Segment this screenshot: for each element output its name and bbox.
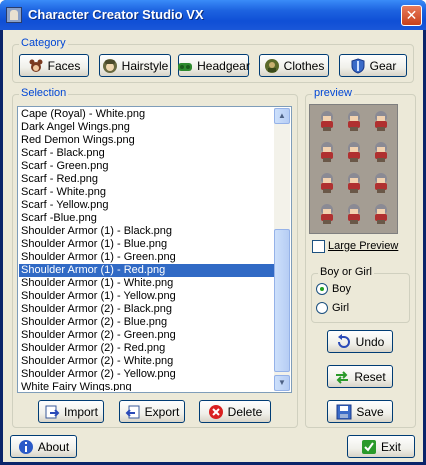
list-item[interactable]: Cape (Royal) - White.png [19, 108, 274, 121]
delete-button-label: Delete [227, 404, 263, 419]
list-item[interactable]: Scarf - Black.png [19, 147, 274, 160]
sprite-frame [345, 204, 363, 224]
list-item[interactable]: Scarf - White.png [19, 186, 274, 199]
headgear-icon [177, 58, 193, 74]
list-item[interactable]: Red Demon Wings.png [19, 134, 274, 147]
app-icon [6, 7, 22, 23]
about-button[interactable]: About [10, 435, 77, 458]
hairstyle-button-label: Hairstyle [121, 58, 169, 73]
sprite-frame [345, 173, 363, 193]
faces-button-label: Faces [47, 58, 81, 73]
sprite-frame [372, 173, 390, 193]
list-item[interactable]: Shoulder Armor (2) - Yellow.png [19, 368, 274, 381]
save-button-label: Save [356, 404, 384, 419]
undo-icon [336, 333, 352, 350]
hairstyle-button[interactable]: Hairstyle [99, 54, 171, 77]
list-item[interactable]: Scarf - Yellow.png [19, 199, 274, 212]
export-button[interactable]: Export [119, 400, 185, 423]
list-item[interactable]: Shoulder Armor (1) - White.png [19, 277, 274, 290]
list-item[interactable]: Shoulder Armor (2) - Green.png [19, 329, 274, 342]
sprite-frame [372, 204, 390, 224]
category-label: Category [19, 37, 68, 49]
sprite-frame [318, 111, 336, 131]
sprite-frame [318, 142, 336, 162]
headgear-button[interactable]: Headgear [177, 54, 250, 77]
gear-button-label: Gear [369, 58, 397, 73]
selection-label: Selection [19, 87, 69, 99]
window-title: Character Creator Studio VX [28, 7, 204, 22]
large-preview-checkbox[interactable] [312, 240, 325, 253]
list-item[interactable]: Shoulder Armor (2) - White.png [19, 355, 274, 368]
faces-button[interactable]: Faces [19, 54, 89, 77]
clothes-button-label: Clothes [283, 58, 325, 73]
sprite-frame [318, 173, 336, 193]
export-icon [125, 404, 141, 420]
list-item[interactable]: Scarf -Blue.png [19, 212, 274, 225]
gender-group: Boy or Girl [311, 266, 410, 323]
delete-icon [208, 404, 224, 420]
list-item[interactable]: Shoulder Armor (1) - Green.png [19, 251, 274, 264]
close-button[interactable]: ✕ [401, 5, 422, 26]
headgear-button-label: Headgear [197, 58, 250, 73]
clothes-button[interactable]: Clothes [259, 54, 329, 77]
sprite-frame [372, 142, 390, 162]
app-window: Character Creator Studio VX ✕ Category F… [0, 0, 426, 465]
list-item[interactable]: Shoulder Armor (2) - Blue.png [19, 316, 274, 329]
scroll-thumb[interactable] [274, 229, 290, 372]
scroll-up-button[interactable]: ▲ [274, 108, 290, 124]
boy-label[interactable]: Boy [332, 283, 351, 295]
faces-icon [28, 58, 44, 74]
sprite-preview [309, 104, 398, 234]
selection-listbox[interactable]: Cape (Royal) - White.png Dark Angel Wings… [17, 106, 292, 393]
import-button-label: Import [63, 404, 98, 419]
list-item[interactable]: Shoulder Armor (1) - Yellow.png [19, 290, 274, 303]
sprite-frame [372, 111, 390, 131]
preview-label: preview [312, 87, 354, 99]
list-item[interactable]: Shoulder Armor (1) - Blue.png [19, 238, 274, 251]
save-icon [336, 404, 352, 420]
girl-label[interactable]: Girl [332, 302, 349, 314]
exit-button[interactable]: Exit [347, 435, 415, 458]
exit-button-label: Exit [380, 439, 401, 454]
list-item[interactable]: Scarf - Green.png [19, 160, 274, 173]
gear-shield-icon [350, 57, 366, 74]
scroll-down-button[interactable]: ▼ [274, 375, 290, 391]
delete-button[interactable]: Delete [199, 400, 271, 423]
reset-icon [334, 369, 350, 385]
clothes-icon [264, 58, 280, 74]
gear-button[interactable]: Gear [339, 54, 407, 77]
save-button[interactable]: Save [327, 400, 393, 423]
undo-button[interactable]: Undo [327, 330, 393, 353]
selection-list: Cape (Royal) - White.png Dark Angel Wings… [19, 108, 274, 391]
import-icon [44, 404, 60, 420]
sprite-frame [345, 111, 363, 131]
info-icon [18, 439, 34, 455]
about-button-label: About [37, 439, 70, 454]
gender-label: Boy or Girl [318, 266, 374, 278]
large-preview-label[interactable]: Large Preview [328, 240, 398, 252]
list-item[interactable]: Scarf - Red.png [19, 173, 274, 186]
list-item[interactable]: Shoulder Armor (2) - Black.png [19, 303, 274, 316]
reset-button[interactable]: Reset [327, 365, 393, 388]
sprite-frame [345, 142, 363, 162]
hairstyle-icon [102, 58, 118, 74]
reset-button-label: Reset [354, 369, 386, 384]
window-client: Category Faces Hairstyle Headgear Clothe… [3, 30, 423, 462]
vertical-scrollbar[interactable]: ▲ ▼ [274, 108, 290, 391]
girl-radio[interactable] [316, 302, 328, 314]
import-button[interactable]: Import [38, 400, 104, 423]
list-item[interactable]: Shoulder Armor (1) - Black.png [19, 225, 274, 238]
exit-icon [361, 439, 377, 455]
title-bar[interactable]: Character Creator Studio VX ✕ [0, 0, 426, 30]
undo-button-label: Undo [355, 334, 385, 349]
boy-radio[interactable] [316, 283, 328, 295]
sprite-frame [318, 204, 336, 224]
list-item-selected[interactable]: Shoulder Armor (1) - Red.png [19, 264, 274, 277]
list-item[interactable]: White Fairy Wings.png [19, 381, 274, 391]
list-item[interactable]: Shoulder Armor (2) - Red.png [19, 342, 274, 355]
export-button-label: Export [144, 404, 180, 419]
list-item[interactable]: Dark Angel Wings.png [19, 121, 274, 134]
